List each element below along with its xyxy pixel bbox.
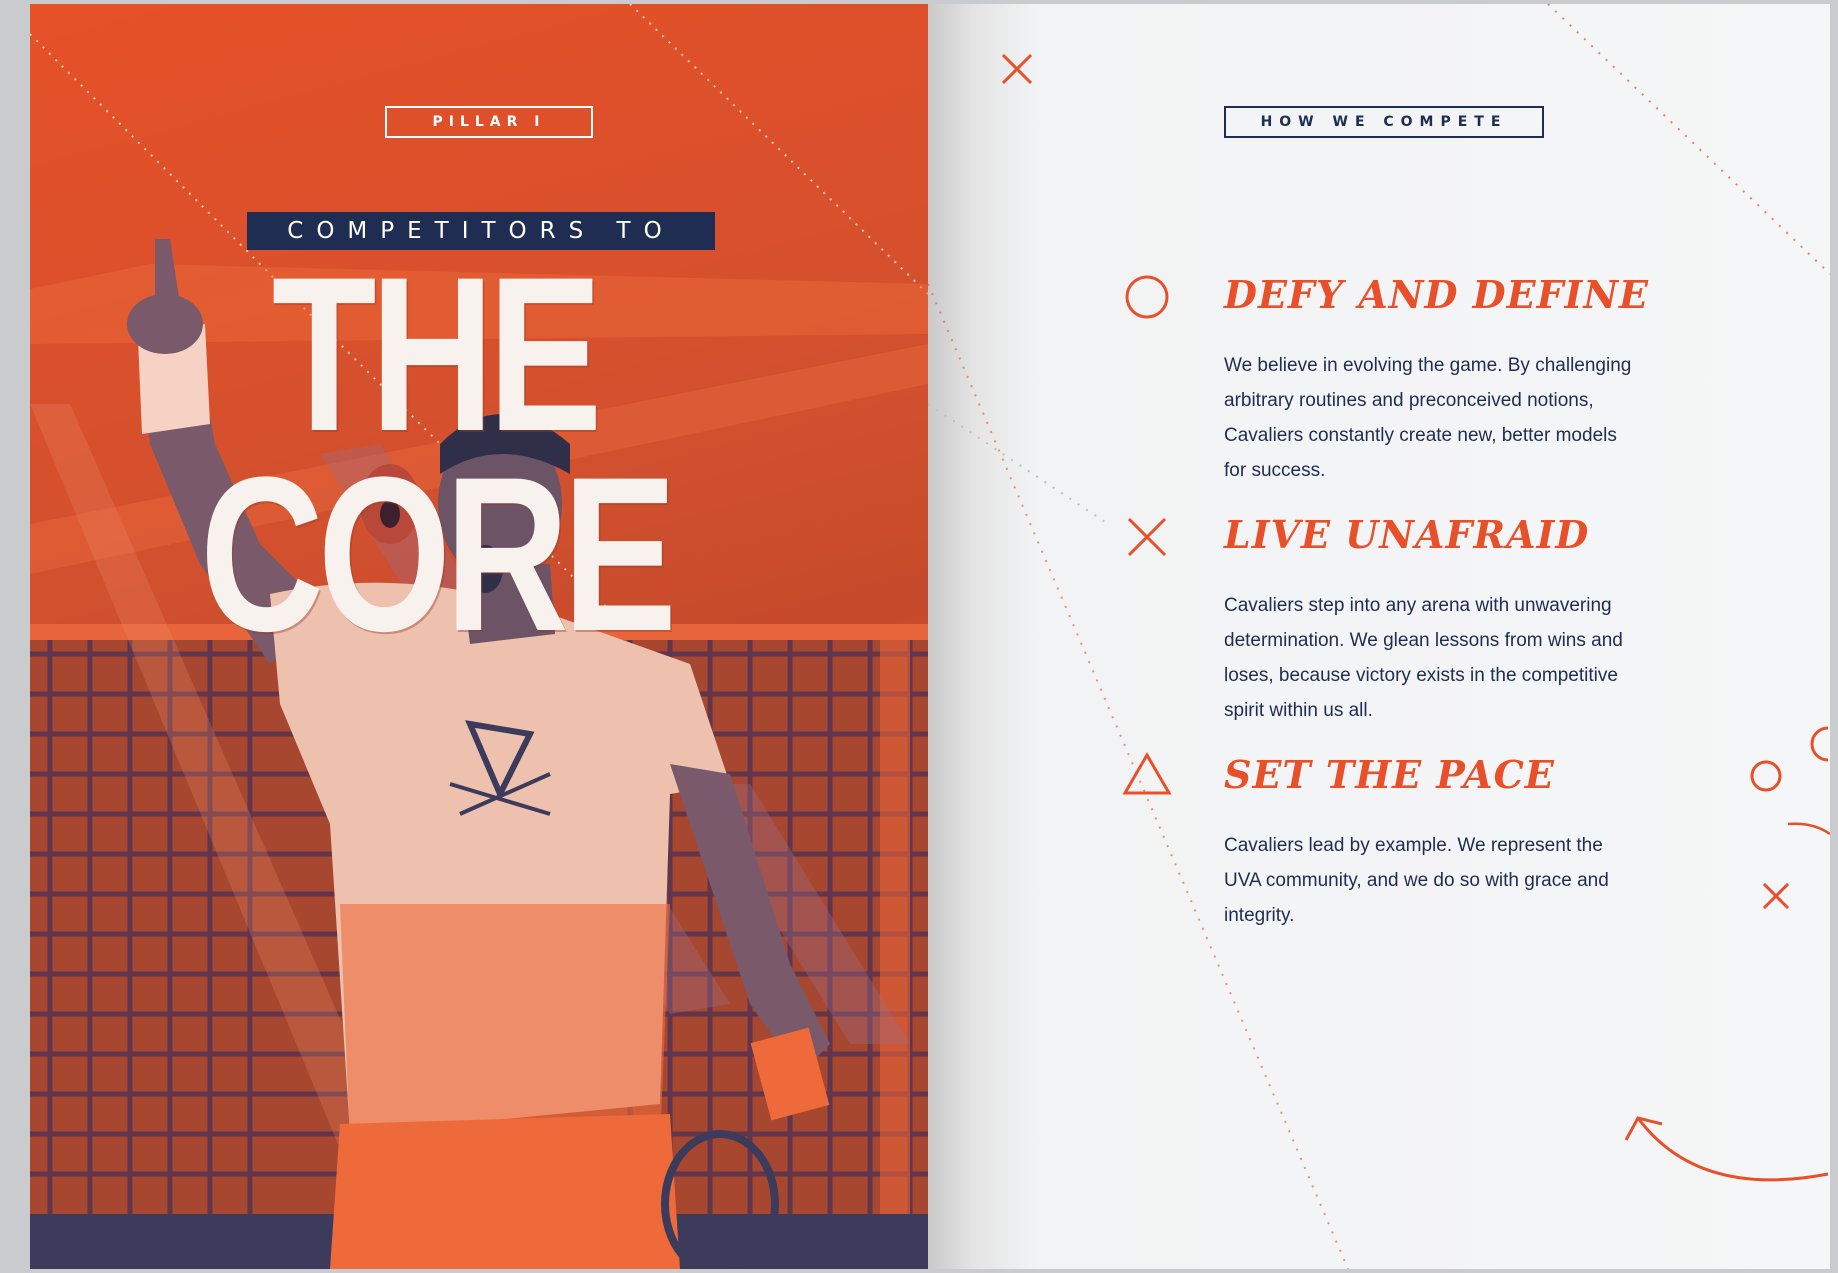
curved-arrow-icon	[1624, 1116, 1829, 1182]
triangle-icon	[1122, 752, 1172, 795]
pillar-body-unafraid: Cavaliers step into any arena with unwav…	[1224, 595, 1623, 721]
pillar-tag: PILLAR I	[385, 106, 593, 138]
left-page: PILLAR I COMPETITORS TO THE CORE	[30, 4, 928, 1269]
x-icon	[1127, 517, 1167, 557]
x-icon	[1001, 53, 1033, 85]
pillar-heading-defy: DEFY AND DEFINE	[1224, 272, 1650, 317]
pillar-heading-pace: SET THE PACE	[1224, 752, 1555, 797]
pillar-body-pace: Cavaliers lead by example. We represent …	[1224, 835, 1609, 926]
right-page: HOW WE COMPETE DEFY AND DEFINE We believ…	[928, 4, 1830, 1269]
circle-icon	[1125, 275, 1169, 319]
pillar-body-defy: We believe in evolving the game. By chal…	[1224, 355, 1632, 481]
pillar-heading-unafraid: LIVE UNAFRAID	[1224, 512, 1590, 557]
section-tag: HOW WE COMPETE	[1224, 106, 1544, 138]
play-diagram-icon	[1750, 726, 1830, 910]
magazine-spread: PILLAR I COMPETITORS TO THE CORE HOW WE …	[8, 4, 1830, 1269]
page-title: THE CORE	[200, 231, 677, 677]
